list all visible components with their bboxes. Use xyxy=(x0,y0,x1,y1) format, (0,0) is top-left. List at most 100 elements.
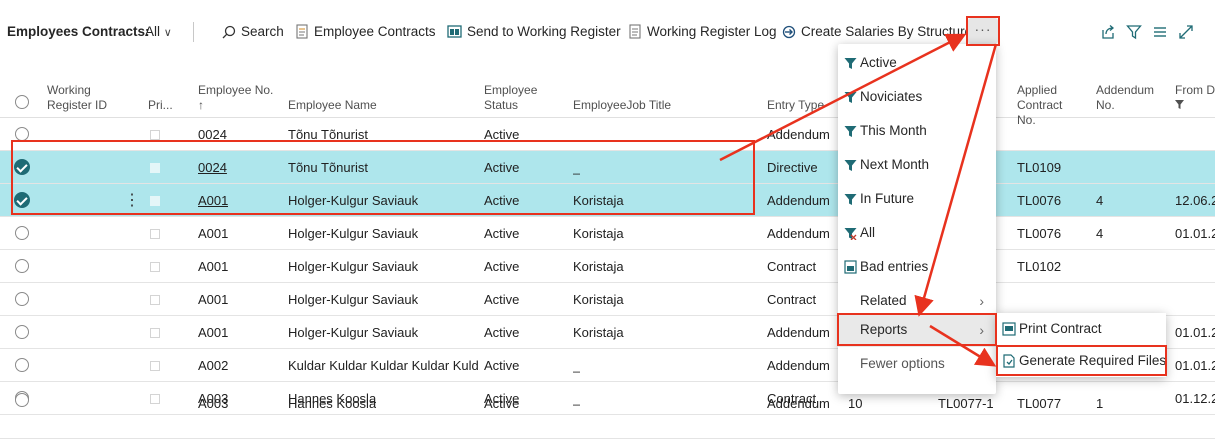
col-employee-status[interactable]: Employee Status xyxy=(484,83,554,113)
row-select-checkbox[interactable] xyxy=(15,127,29,141)
pri-checkbox[interactable] xyxy=(150,196,160,206)
expand-icon[interactable] xyxy=(1178,24,1194,40)
row-selected-check-icon[interactable] xyxy=(14,192,30,208)
pri-checkbox[interactable] xyxy=(150,295,160,305)
more-options-button[interactable]: ··· xyxy=(968,18,998,44)
menu-label-bad-entries: Bad entries xyxy=(860,259,929,274)
view-filter-dropdown[interactable]: All ∨ xyxy=(145,14,172,50)
menu-item-reports[interactable]: Reports › xyxy=(838,313,996,347)
cell-employee-no[interactable]: A003 xyxy=(198,393,228,409)
employee-contracts-button[interactable]: Employee Contracts xyxy=(295,14,436,50)
cell-employee-no[interactable]: A001 xyxy=(198,217,228,250)
menu-item-all[interactable]: All xyxy=(838,216,996,250)
generate-file-icon xyxy=(1003,354,1015,368)
chevron-right-icon: › xyxy=(979,322,984,338)
pri-checkbox[interactable] xyxy=(150,130,160,140)
pri-checkbox[interactable] xyxy=(150,229,160,239)
menu-item-active[interactable]: Active xyxy=(838,46,996,80)
cell-employee-name: Holger-Kulgur Saviauk xyxy=(288,226,419,241)
cell-employee-no[interactable]: 0024 xyxy=(198,151,227,184)
cell-employee-no[interactable]: A001 xyxy=(198,184,228,217)
table-row[interactable]: A001 Holger-Kulgur Saviauk Active Korist… xyxy=(0,250,1215,283)
cell-employee-no[interactable]: A001 xyxy=(198,250,228,283)
cell-hidden-col-1: 10 xyxy=(848,396,863,409)
cell-job-title: Koristaja xyxy=(573,325,624,340)
menu-item-next-month[interactable]: Next Month xyxy=(838,148,996,182)
menu-label-all: All xyxy=(860,225,876,240)
menu-item-fewer-options[interactable]: Fewer options xyxy=(838,347,996,381)
cell-applied-contract: TL0076 xyxy=(1017,193,1062,208)
col-entry-type[interactable]: Entry Type xyxy=(767,98,824,113)
cell-entry-type: Addendum xyxy=(767,127,830,142)
col-employee-no[interactable]: Employee No. ↑ xyxy=(198,83,273,113)
filter-icon[interactable] xyxy=(1126,24,1142,40)
send-to-working-register-button[interactable]: Send to Working Register xyxy=(447,14,621,50)
cell-entry-type: Directive xyxy=(767,160,818,175)
row-select-checkbox[interactable] xyxy=(15,358,29,372)
table-row-partial[interactable]: A003 Hannes Koosla Active Addendum 10 TL… xyxy=(0,393,1215,409)
col-from-date[interactable]: From D xyxy=(1175,83,1215,113)
cell-from-date: 01.01.2 xyxy=(1175,226,1215,241)
create-salaries-label: Create Salaries By Structure xyxy=(801,24,973,39)
col-employee-name[interactable]: Employee Name xyxy=(288,98,377,113)
row-selected-check-icon[interactable] xyxy=(14,159,30,175)
cell-job-title: _ xyxy=(573,358,581,373)
search-button[interactable]: Search xyxy=(222,14,284,50)
submenu-item-generate-files[interactable]: Generate Required Files xyxy=(996,345,1166,377)
cell-entry-type: Addendum xyxy=(767,226,830,241)
table-row[interactable]: 0024 Tõnu Tõnurist Active Addendum xyxy=(0,118,1215,151)
menu-item-this-month[interactable]: This Month xyxy=(838,114,996,148)
filter-icon xyxy=(844,160,857,171)
table-row[interactable] xyxy=(0,393,1215,439)
cell-addendum-no: 1 xyxy=(1096,396,1104,409)
cell-status: Active xyxy=(484,292,520,307)
col-pri[interactable]: Pri... xyxy=(148,98,173,113)
cell-employee-no[interactable]: 0024 xyxy=(198,118,227,151)
col-addendum-no[interactable]: Addendum No. xyxy=(1096,83,1156,113)
menu-label-related: Related xyxy=(860,293,907,308)
reports-submenu: Print Contract Generate Required Files xyxy=(996,313,1166,377)
share-icon[interactable] xyxy=(1100,24,1116,40)
table-row-selected[interactable]: ⋮ A001 Holger-Kulgur Saviauk Active Kori… xyxy=(0,184,1215,217)
filter-icon xyxy=(844,194,857,205)
table-row[interactable]: A001 Holger-Kulgur Saviauk Active Korist… xyxy=(0,217,1215,250)
view-filter-label: All xyxy=(145,24,161,39)
cell-entry-type: Contract xyxy=(767,292,817,307)
col-job-title[interactable]: EmployeeJob Title xyxy=(573,98,671,113)
menu-item-noviciates[interactable]: Noviciates xyxy=(838,80,996,114)
col-working-register-id[interactable]: Working Register ID xyxy=(47,83,127,113)
menu-item-bad-entries[interactable]: Bad entries xyxy=(838,250,996,284)
cell-status: Active xyxy=(484,396,520,409)
cell-employee-name: Holger-Kulgur Saviauk xyxy=(288,193,419,208)
cell-employee-no[interactable]: A001 xyxy=(198,283,228,316)
menu-item-in-future[interactable]: In Future xyxy=(838,182,996,216)
search-icon xyxy=(222,25,236,39)
filter-active-icon xyxy=(1175,100,1184,109)
pri-checkbox[interactable] xyxy=(150,328,160,338)
table-row-selected[interactable]: 0024 Tõnu Tõnurist Active _ Directive TL… xyxy=(0,151,1215,184)
menu-label-this-month: This Month xyxy=(860,123,927,138)
row-select-checkbox[interactable] xyxy=(15,325,29,339)
pri-checkbox[interactable] xyxy=(150,262,160,272)
cell-addendum-no: 4 xyxy=(1096,193,1104,208)
cell-job-title: _ xyxy=(573,160,581,175)
cell-employee-no[interactable]: A002 xyxy=(198,349,228,382)
menu-label-active: Active xyxy=(860,55,897,70)
select-all-checkbox[interactable] xyxy=(15,95,29,109)
pri-checkbox[interactable] xyxy=(150,361,160,371)
cell-employee-name: Hannes Koosla xyxy=(288,396,377,409)
pri-checkbox[interactable] xyxy=(150,163,160,173)
row-select-checkbox[interactable] xyxy=(15,226,29,240)
row-select-checkbox[interactable] xyxy=(15,292,29,306)
working-register-log-label: Working Register Log xyxy=(647,24,777,39)
cell-employee-name: Holger-Kulgur Saviauk xyxy=(288,325,419,340)
list-view-icon[interactable] xyxy=(1152,24,1168,40)
table-row[interactable]: A001 Holger-Kulgur Saviauk Active Korist… xyxy=(0,283,1215,316)
cell-applied-contract: TL0077 xyxy=(1017,396,1062,409)
cell-employee-no[interactable]: A001 xyxy=(198,316,228,349)
row-actions-menu-icon[interactable]: ⋮ xyxy=(124,184,140,217)
cell-job-title: Koristaja xyxy=(573,292,624,307)
working-register-log-button[interactable]: Working Register Log xyxy=(628,14,777,50)
submenu-item-print-contract[interactable]: Print Contract xyxy=(996,313,1166,345)
row-select-checkbox[interactable] xyxy=(15,259,29,273)
